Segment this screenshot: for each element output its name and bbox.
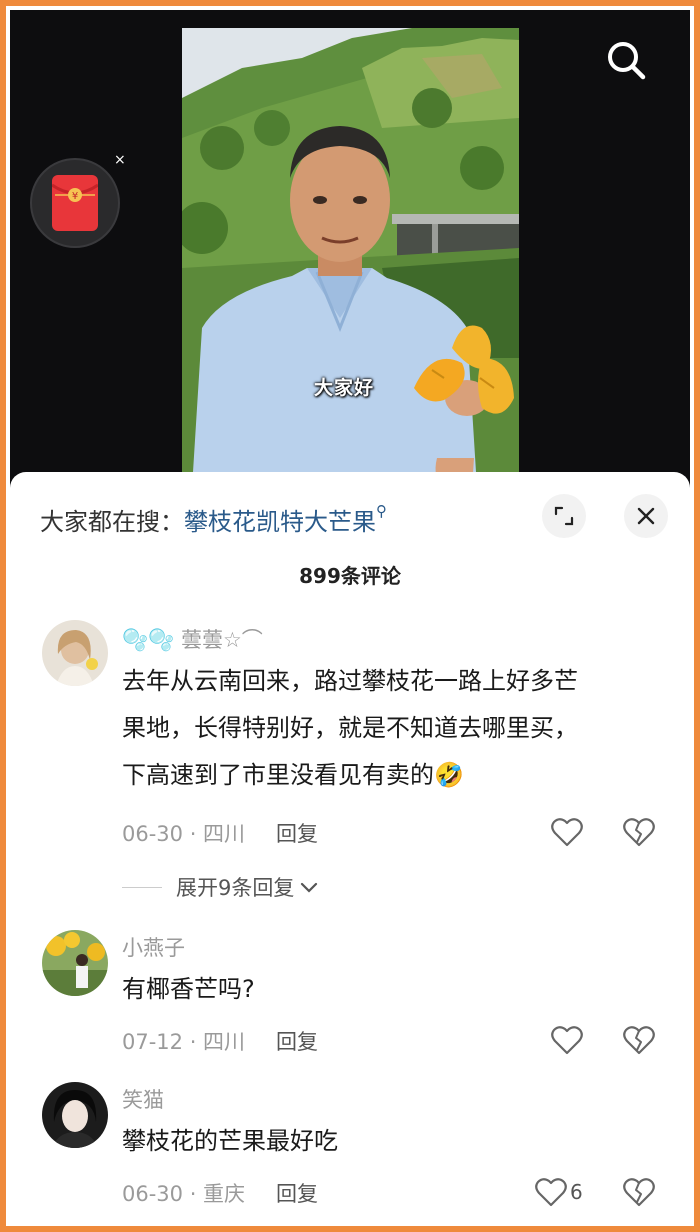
close-icon xyxy=(637,507,655,525)
video-player[interactable]: 大家好 ¥ × xyxy=(10,10,690,500)
expand-replies-label: 展开9条回复 xyxy=(176,876,295,900)
video-scene xyxy=(182,28,519,488)
reply-button[interactable]: 回复 xyxy=(276,818,318,848)
comment-text-line: 攀枝花的芒果最好吃 xyxy=(122,1127,338,1155)
dislike-button[interactable] xyxy=(622,1024,656,1056)
comment-meta: 06-30 · 四川 xyxy=(122,822,246,846)
expand-replies-button[interactable]: 展开9条回复 xyxy=(122,872,320,902)
expand-sheet-button[interactable] xyxy=(542,494,586,538)
username[interactable]: 笑猫 xyxy=(122,1084,164,1114)
divider xyxy=(122,886,162,888)
like-button[interactable] xyxy=(550,1024,584,1056)
comment-item: 小燕子 有椰香芒吗? 07-12 · 四川 回复 xyxy=(10,926,690,1066)
phone-frame: 大家好 ¥ × 大家都在搜：攀枝花凯特大芒果⚲ 899条评论 🫧🫧 蕓蕓☆⌒ 去… xyxy=(0,0,700,1232)
broken-heart-icon xyxy=(623,1178,655,1207)
comment-item: 🫧🫧 蕓蕓☆⌒ 去年从云南回来，路过攀枝花一路上好多芒 果地，长得特别好，就是不… xyxy=(10,616,690,906)
search-small-icon: ⚲ xyxy=(376,502,387,520)
comment-meta: 06-30 · 重庆 xyxy=(122,1182,246,1206)
reply-button[interactable]: 回复 xyxy=(276,1026,318,1056)
video-frame[interactable]: 大家好 xyxy=(182,28,519,488)
red-packet-icon: ¥ xyxy=(52,175,98,231)
avatar[interactable] xyxy=(42,1082,108,1148)
comment-text: 攀枝花的芒果最好吃 xyxy=(122,1118,642,1165)
comment-meta: 07-12 · 四川 xyxy=(122,1030,246,1054)
close-sheet-button[interactable] xyxy=(624,494,668,538)
like-button[interactable] xyxy=(550,816,584,848)
comment-text: 去年从云南回来，路过攀枝花一路上好多芒 果地，长得特别好，就是不知道去哪里买， … xyxy=(122,658,642,799)
comment-item: 笑猫 攀枝花的芒果最好吃 06-30 · 重庆 回复 6 xyxy=(10,1078,690,1226)
username[interactable]: 🫧🫧 蕓蕓☆⌒ xyxy=(122,624,263,654)
avatar-image xyxy=(42,930,108,996)
reply-button[interactable]: 回复 xyxy=(276,1178,318,1208)
avatar-image xyxy=(42,1082,108,1148)
trending-search: 大家都在搜：攀枝花凯特大芒果⚲ xyxy=(40,502,387,537)
trending-search-link[interactable]: 攀枝花凯特大芒果 xyxy=(184,508,376,536)
avatar-image xyxy=(42,620,108,686)
avatar[interactable] xyxy=(42,930,108,996)
comment-text-line: 下高速到了市里没看见有卖的🤣 xyxy=(122,761,464,789)
username[interactable]: 小燕子 xyxy=(122,932,185,962)
search-button[interactable] xyxy=(604,38,648,82)
like-button[interactable] xyxy=(534,1176,568,1208)
comment-text-line: 有椰香芒吗? xyxy=(122,975,255,1003)
red-packet-close-button[interactable]: × xyxy=(114,152,126,168)
comment-sheet: 大家都在搜：攀枝花凯特大芒果⚲ 899条评论 🫧🫧 蕓蕓☆⌒ 去年从云南回来，路… xyxy=(10,472,690,1226)
comment-text: 有椰香芒吗? xyxy=(122,966,642,1013)
comment-text-line: 果地，长得特别好，就是不知道去哪里买， xyxy=(122,714,578,742)
comment-count: 899条评论 xyxy=(299,564,401,588)
search-icon xyxy=(608,42,646,80)
video-subtitle: 大家好 xyxy=(314,377,375,399)
svg-text:¥: ¥ xyxy=(72,191,78,202)
expand-icon xyxy=(554,506,574,526)
avatar[interactable] xyxy=(42,620,108,686)
comment-text-line: 去年从云南回来，路过攀枝花一路上好多芒 xyxy=(122,667,578,695)
dislike-button[interactable] xyxy=(622,1176,656,1208)
chevron-down-icon xyxy=(301,882,318,893)
broken-heart-icon xyxy=(623,1026,655,1055)
heart-icon xyxy=(535,1178,567,1207)
heart-icon xyxy=(551,818,583,847)
dislike-button[interactable] xyxy=(622,816,656,848)
heart-icon xyxy=(551,1026,583,1055)
trending-search-prefix: 大家都在搜： xyxy=(40,508,184,536)
broken-heart-icon xyxy=(623,818,655,847)
like-count: 6 xyxy=(570,1180,583,1204)
red-packet-button[interactable]: ¥ xyxy=(30,158,120,248)
